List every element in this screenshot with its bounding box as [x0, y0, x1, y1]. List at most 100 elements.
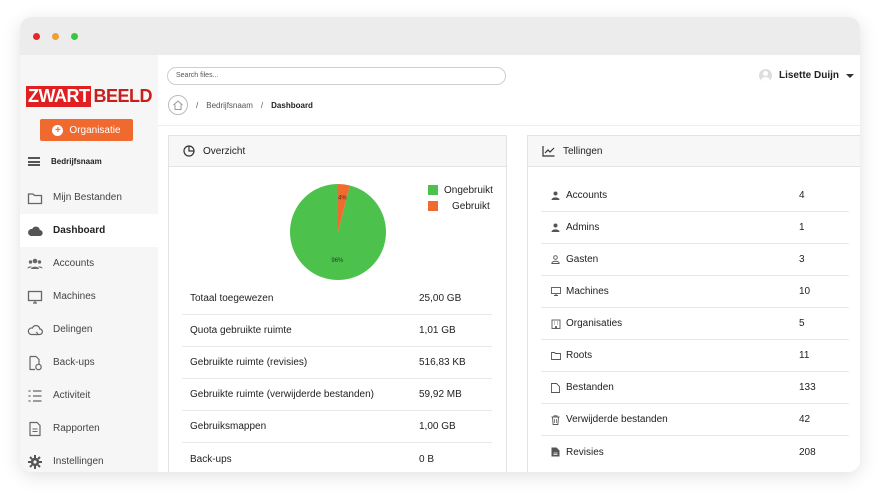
breadcrumb-company[interactable]: Bedrijfsnaam: [206, 101, 253, 110]
counts-header: Tellingen: [528, 136, 860, 167]
row-value: 1,00 GB: [419, 421, 456, 432]
sidebar-item-label: Dashboard: [53, 225, 106, 236]
sidebar-item-label: Back-ups: [53, 357, 95, 368]
sidebar-item-mijn-bestanden[interactable]: Mijn Bestanden: [20, 181, 158, 214]
row-label: Machines: [566, 286, 609, 297]
hamburger-icon[interactable]: [28, 157, 40, 166]
legend-swatch-unused: [428, 185, 438, 195]
legend-item-used[interactable]: Gebruikt: [428, 198, 493, 214]
user-icon: [551, 223, 561, 232]
plus-icon: +: [52, 124, 64, 136]
logo-part-2: BEELD: [93, 86, 152, 106]
overview-header: Overzicht: [169, 136, 506, 167]
usage-pie-chart: 96% 4%: [289, 183, 387, 286]
pie-label-ongebruikt: 96%: [331, 258, 344, 264]
minimize-window-dot[interactable]: [52, 32, 59, 40]
header-divider: [158, 125, 860, 126]
monitor-icon: [551, 287, 561, 296]
sidebar-item-label: Mijn Bestanden: [53, 192, 122, 203]
table-row: Revisies 208: [541, 436, 849, 468]
table-row: Machines 10: [541, 276, 849, 308]
row-label: Admins: [566, 222, 600, 233]
folder-icon: [27, 192, 43, 204]
table-row: Bestanden 133: [541, 372, 849, 404]
search-input[interactable]: Search files...: [167, 67, 506, 85]
table-row: Back-ups 0 B: [182, 443, 492, 472]
users-icon: [27, 258, 43, 269]
table-row: Quota gebruikte ruimte 1,01 GB: [182, 315, 492, 347]
folder-icon: [551, 351, 561, 360]
breadcrumb-separator: /: [196, 100, 199, 110]
row-label: Gebruikte ruimte (verwijderde bestanden): [190, 389, 374, 400]
logo[interactable]: ZWART BEELD: [26, 86, 152, 107]
row-value: 208: [799, 446, 816, 458]
sidebar-item-back-ups[interactable]: Back-ups: [20, 346, 158, 379]
table-row: Admins 1: [541, 212, 849, 244]
breadcrumb-separator: /: [260, 100, 264, 110]
legend-item-unused[interactable]: Ongebruikt: [428, 182, 493, 198]
row-label: Verwijderde bestanden: [566, 414, 668, 425]
counts-table: Accounts 4 Admins 1 Gasten 3 Machines 10…: [541, 180, 849, 468]
close-window-dot[interactable]: [33, 32, 40, 40]
row-label: Accounts: [566, 190, 608, 201]
table-row: Roots 11: [541, 340, 849, 372]
trash-icon: [551, 414, 561, 425]
line-chart-icon: [542, 146, 555, 157]
counts-title: Tellingen: [563, 145, 603, 157]
maximize-window-dot[interactable]: [71, 32, 78, 40]
sidebar-nav: Mijn Bestanden Dashboard Accounts Machin…: [20, 181, 158, 472]
row-value: 1: [799, 222, 805, 233]
chevron-down-icon: [846, 73, 854, 78]
company-name: Bedrijfsnaam: [51, 157, 102, 166]
monitor-icon: [27, 290, 43, 304]
overview-panel: Overzicht 96% 4% Ongebruikt Gebruikt Tot…: [168, 135, 507, 472]
revision-file-icon: [551, 447, 561, 457]
gear-icon: [28, 454, 42, 469]
cloud-share-icon: [27, 324, 43, 335]
file-icon: [551, 382, 561, 393]
sidebar-item-label: Instellingen: [53, 456, 104, 467]
table-row: Totaal toegewezen 25,00 GB: [182, 283, 492, 315]
legend-label-used: Gebruikt: [452, 200, 490, 212]
row-label: Totaal toegewezen: [190, 293, 274, 304]
sidebar-item-dashboard[interactable]: Dashboard: [20, 214, 158, 247]
row-value: 4: [799, 190, 805, 201]
title-bar: [20, 17, 860, 55]
table-row: Gebruikte ruimte (revisies) 516,83 KB: [182, 347, 492, 379]
organisatie-button-label: Organisatie: [69, 124, 121, 136]
row-label: Roots: [566, 350, 593, 361]
sidebar-item-label: Delingen: [53, 324, 93, 335]
row-label: Revisies: [566, 446, 604, 458]
pie-label-gebruikt: 4%: [338, 196, 347, 202]
row-value: 11: [799, 350, 810, 361]
row-value: 25,00 GB: [419, 293, 462, 304]
organisatie-button[interactable]: + Organisatie: [40, 119, 133, 141]
row-label: Organisaties: [566, 318, 623, 329]
company-toggle[interactable]: Bedrijfsnaam: [28, 157, 102, 166]
sidebar-item-delingen[interactable]: Delingen: [20, 313, 158, 346]
row-label: Bestanden: [566, 382, 614, 393]
row-value: 5: [799, 318, 805, 329]
sidebar-item-instellingen[interactable]: Instellingen: [20, 445, 158, 472]
row-value: 133: [799, 382, 816, 393]
home-icon[interactable]: [168, 95, 188, 115]
sidebar-item-label: Machines: [53, 291, 96, 302]
table-row: Organisaties 5: [541, 308, 849, 340]
activity-list-icon: [28, 389, 42, 402]
row-label: Back-ups: [190, 453, 232, 465]
row-label: Gebruiksmappen: [190, 421, 267, 432]
pie-svg: 96% 4%: [290, 184, 386, 280]
sidebar-item-rapporten[interactable]: Rapporten: [20, 412, 158, 445]
user-menu[interactable]: Lisette Duijn: [758, 69, 854, 82]
row-label: Gasten: [566, 254, 599, 265]
row-label: Quota gebruikte ruimte: [190, 325, 292, 336]
sidebar: ZWART BEELD + Organisatie Bedrijfsnaam M…: [20, 55, 158, 472]
row-label: Gebruikte ruimte (revisies): [190, 357, 308, 368]
sidebar-item-machines[interactable]: Machines: [20, 280, 158, 313]
sidebar-item-activiteit[interactable]: Activiteit: [20, 379, 158, 412]
legend-swatch-used: [428, 201, 438, 211]
table-row: Gasten 3: [541, 244, 849, 276]
overview-title: Overzicht: [203, 145, 246, 157]
row-value: 0 B: [419, 453, 435, 465]
sidebar-item-accounts[interactable]: Accounts: [20, 247, 158, 280]
